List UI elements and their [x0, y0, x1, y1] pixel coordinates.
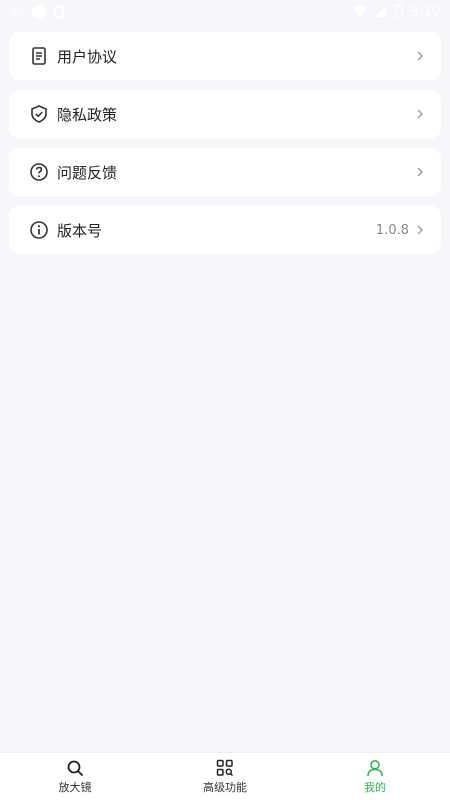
search-icon — [66, 759, 84, 777]
status-time: 3:19 — [410, 4, 440, 20]
nav-label: 放大镜 — [58, 780, 92, 794]
question-circle-icon — [29, 162, 49, 182]
menu-item-label: 问题反馈 — [57, 163, 118, 182]
grid-search-icon — [216, 759, 234, 777]
nav-label: 高级功能 — [203, 780, 247, 794]
status-right: 3:19 — [352, 4, 440, 20]
notification-square-icon — [54, 6, 65, 18]
chevron-right-icon — [415, 49, 425, 63]
status-left: 7G — [10, 5, 65, 19]
menu-item-label: 版本号 — [57, 221, 103, 240]
chevron-right-icon — [415, 107, 425, 121]
nav-label: 我的 — [364, 780, 386, 794]
status-bar: 7G 3:19 — [0, 0, 450, 24]
menu-item-user-agreement[interactable]: 用户协议 — [9, 32, 441, 80]
menu-item-version[interactable]: 版本号 1.0.8 — [9, 206, 441, 254]
chevron-right-icon — [415, 223, 425, 237]
nav-item-advanced[interactable]: 高级功能 — [150, 753, 300, 800]
bottom-nav: 放大镜 高级功能 我的 — [0, 752, 450, 800]
menu-item-privacy-policy[interactable]: 隐私政策 — [9, 90, 441, 138]
settings-menu-list: 用户协议 隐私政策 问题反馈 版本号 1.0.8 — [9, 32, 441, 254]
shield-check-icon — [29, 104, 49, 124]
wifi-icon — [352, 5, 367, 20]
user-icon — [366, 759, 384, 777]
info-circle-icon — [29, 220, 49, 240]
battery-icon — [394, 4, 403, 20]
menu-item-label: 隐私政策 — [57, 105, 118, 124]
app-notification-icon — [32, 5, 47, 19]
status-left-text: 7G — [10, 6, 25, 18]
signal-icon — [374, 4, 387, 20]
nav-item-mine[interactable]: 我的 — [300, 753, 450, 800]
menu-item-label: 用户协议 — [57, 47, 118, 66]
version-number: 1.0.8 — [375, 222, 409, 238]
nav-item-magnifier[interactable]: 放大镜 — [0, 753, 150, 800]
chevron-right-icon — [415, 165, 425, 179]
document-icon — [29, 46, 49, 66]
menu-item-feedback[interactable]: 问题反馈 — [9, 148, 441, 196]
